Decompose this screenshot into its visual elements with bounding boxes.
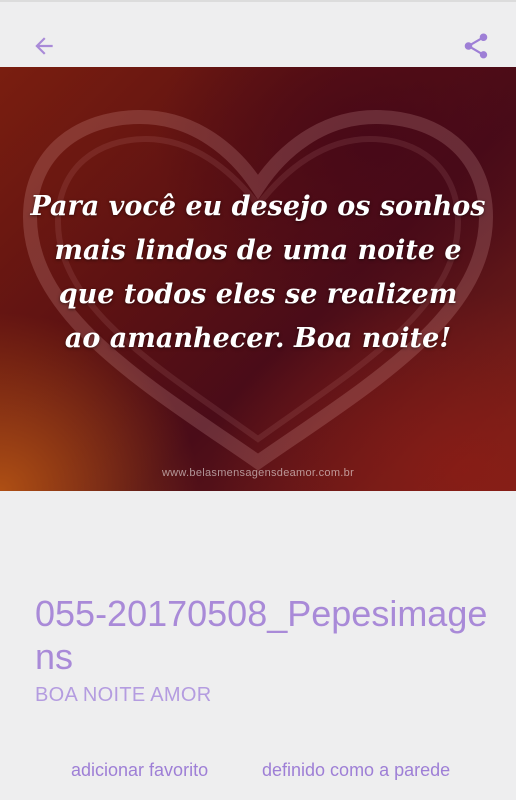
share-icon bbox=[464, 33, 488, 59]
arrow-left-icon bbox=[35, 37, 53, 55]
message-image[interactable]: Para você eu desejo os sonhos mais lindo… bbox=[0, 67, 516, 491]
top-app-bar bbox=[0, 0, 516, 66]
quote-line: que todos eles se realizem bbox=[58, 279, 458, 310]
share-button[interactable] bbox=[458, 28, 494, 64]
category-label: BOA NOITE AMOR bbox=[35, 684, 212, 706]
set-wallpaper-button[interactable]: definido como a parede bbox=[262, 760, 450, 781]
back-button[interactable] bbox=[26, 28, 62, 64]
quote-line: Para você eu desejo os sonhos bbox=[30, 191, 486, 222]
image-title: 055-20170508_Pepesimagens bbox=[35, 593, 488, 677]
quote-line: mais lindos de uma noite e bbox=[54, 235, 462, 266]
quote-line: ao amanhecer. Boa noite! bbox=[64, 323, 452, 354]
quote-text: Para você eu desejo os sonhos mais lindo… bbox=[30, 185, 486, 361]
image-watermark: www.belasmensagensdeamor.com.br bbox=[161, 467, 355, 479]
add-favorite-button[interactable]: adicionar favorito bbox=[71, 760, 208, 781]
